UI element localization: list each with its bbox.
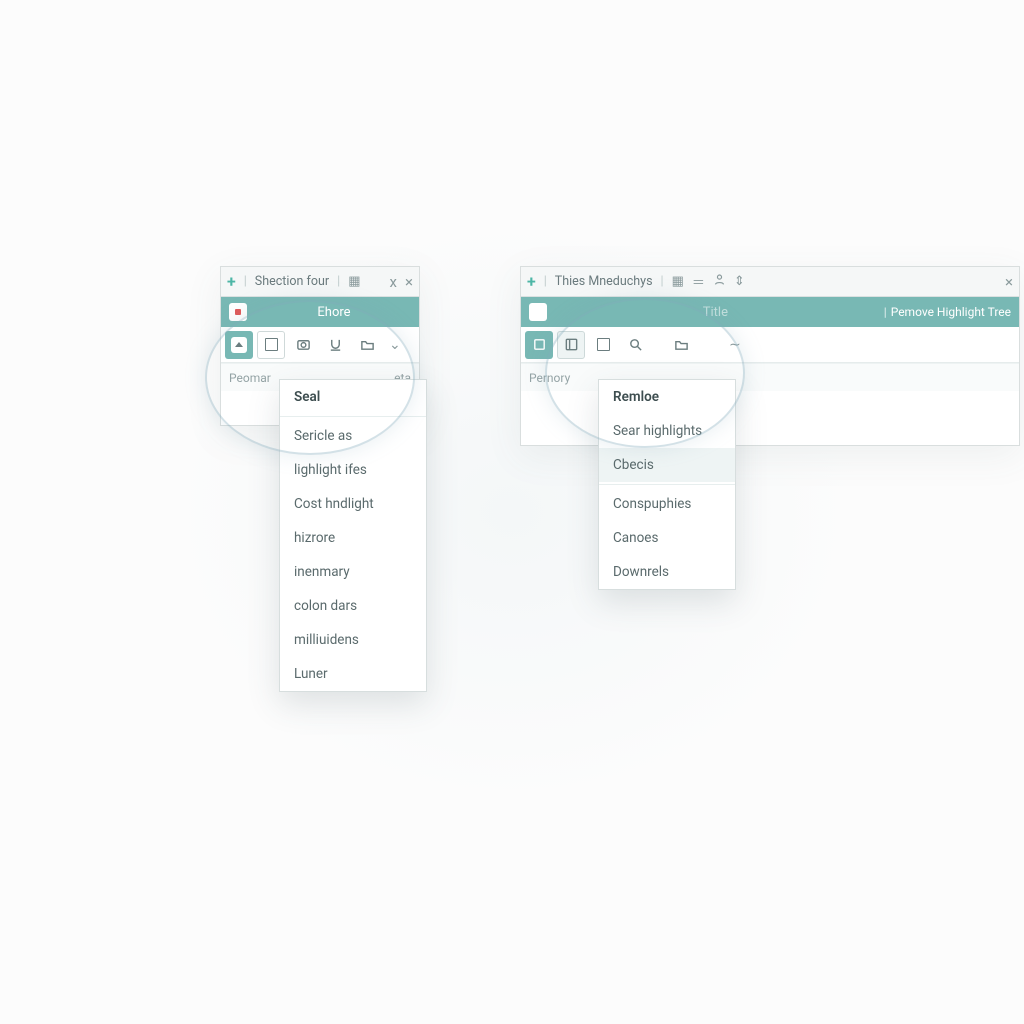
right-rowbar: Pernory	[521, 363, 1019, 391]
left-header-title: Ehore	[257, 305, 411, 320]
left-tab-title[interactable]: Shection four	[255, 274, 329, 289]
dropdown-item[interactable]: Remloe	[599, 380, 735, 414]
right-tabstrip: + | Thies Mneduchys | ▦ ＝ ⇕ ×	[521, 267, 1019, 297]
remove-highlight-label[interactable]: |Pemove Highlight Tree	[884, 305, 1011, 319]
dropdown-item[interactable]: Sericle as	[280, 419, 426, 453]
chevron-down-icon[interactable]: ⌄	[389, 337, 401, 353]
caret-up-icon[interactable]	[225, 331, 253, 359]
dropdown-item[interactable]: hizrore	[280, 521, 426, 555]
left-tabstrip: + | Shection four | ▦ x ×	[221, 267, 419, 297]
tilde-icon[interactable]: ∼	[729, 337, 741, 353]
dropdown-item[interactable]: inenmary	[280, 555, 426, 589]
underline-icon[interactable]	[321, 331, 349, 359]
right-tab-title[interactable]: Thies Mneduchys	[555, 274, 653, 289]
right-header-title: Title	[557, 305, 874, 320]
right-dropdown[interactable]: RemloeSear highlightsCbecis ConspuphiesCa…	[598, 379, 736, 590]
dropdown-item[interactable]: milliuidens	[280, 623, 426, 657]
divider: |	[661, 274, 664, 289]
dropdown-item[interactable]: Cost hndlight	[280, 487, 426, 521]
new-tab-button[interactable]: +	[527, 274, 536, 290]
equal-icon[interactable]: ＝	[692, 272, 705, 291]
lock-icon[interactable]	[529, 303, 547, 321]
search-icon[interactable]	[621, 331, 649, 359]
dropdown-item[interactable]: Cbecis	[599, 448, 735, 482]
dropdown-item[interactable]: Conspuphies	[599, 487, 735, 521]
left-dropdown[interactable]: Seal Sericle aslighlight ifesCost hndligh…	[279, 379, 427, 692]
camera-icon[interactable]	[289, 331, 317, 359]
dropdown-item[interactable]: Seal	[280, 380, 426, 414]
recording-icon[interactable]	[229, 303, 247, 321]
new-tab-button[interactable]: +	[227, 274, 236, 290]
left-toolbar: ⌄	[221, 327, 419, 363]
folder-icon[interactable]	[667, 331, 695, 359]
dropdown-item[interactable]: Canoes	[599, 521, 735, 555]
divider: |	[244, 274, 247, 289]
person-icon[interactable]	[713, 273, 726, 290]
dropdown-item[interactable]: Luner	[280, 657, 426, 691]
grid-icon[interactable]: ▦	[348, 274, 360, 289]
grid-icon[interactable]: ▦	[672, 274, 684, 289]
right-panel: + | Thies Mneduchys | ▦ ＝ ⇕ × Title |Pem…	[520, 266, 1020, 446]
left-header: Ehore	[221, 297, 419, 327]
right-header: Title |Pemove Highlight Tree	[521, 297, 1019, 327]
dropdown-item[interactable]: colon dars	[280, 589, 426, 623]
panel-icon[interactable]	[557, 331, 585, 359]
divider: |	[337, 274, 340, 289]
rowbar-left-label: Peomar	[229, 371, 271, 385]
folder-icon[interactable]	[353, 331, 381, 359]
rowbar-left-label: Pernory	[529, 371, 570, 385]
pin-icon[interactable]: ⇕	[734, 274, 745, 289]
dropdown-item[interactable]: lighlight ifes	[280, 453, 426, 487]
window-close-icon[interactable]: ×	[405, 273, 413, 291]
tab-close-icon[interactable]: x	[390, 273, 397, 291]
outline-box-icon[interactable]	[589, 331, 617, 359]
divider: |	[544, 274, 547, 289]
box-icon[interactable]	[257, 331, 285, 359]
right-toolbar: ∼	[521, 327, 1019, 363]
dropdown-item[interactable]: Downrels	[599, 555, 735, 589]
dropdown-item[interactable]: Sear highlights	[599, 414, 735, 448]
window-close-icon[interactable]: ×	[1005, 273, 1013, 291]
tile-icon[interactable]	[525, 331, 553, 359]
